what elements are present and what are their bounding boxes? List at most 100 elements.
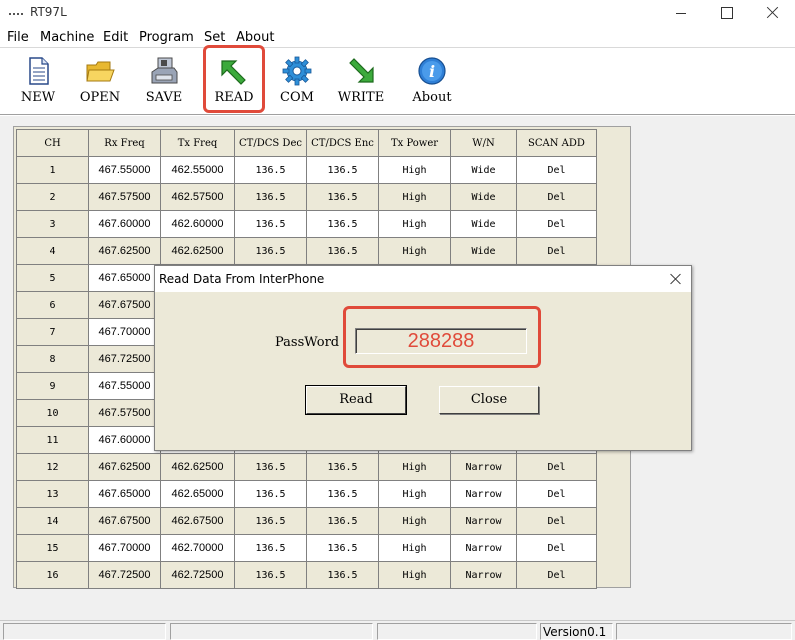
table-row: 14 467.67500 462.67500 136.5 136.5 High Narrow… xyxy=(16,507,597,535)
table-cell[interactable]: 136.5 xyxy=(306,561,379,589)
table-cell[interactable]: 467.70000 xyxy=(88,318,161,346)
table-cell[interactable]: 467.70000 xyxy=(88,534,161,562)
table-cell[interactable]: Narrow xyxy=(450,507,517,535)
table-cell[interactable]: 136.5 xyxy=(306,210,379,238)
open-button[interactable]: OPEN xyxy=(72,52,128,112)
table-cell[interactable]: Narrow xyxy=(450,480,517,508)
about-button[interactable]: i About xyxy=(404,52,460,112)
table-cell[interactable]: High xyxy=(378,561,451,589)
table-cell[interactable]: 136.5 xyxy=(306,507,379,535)
table-cell[interactable]: Del xyxy=(516,183,597,211)
table-cell[interactable]: 462.65000 xyxy=(160,480,235,508)
table-cell[interactable]: 136.5 xyxy=(306,534,379,562)
table-cell[interactable]: 136.5 xyxy=(234,507,307,535)
dialog-title: Read Data From InterPhone xyxy=(159,272,325,286)
table-cell[interactable]: High xyxy=(378,210,451,238)
menu-file[interactable]: File xyxy=(7,30,29,45)
minimize-button[interactable] xyxy=(658,0,704,26)
table-cell[interactable]: High xyxy=(378,183,451,211)
table-cell[interactable]: 136.5 xyxy=(306,480,379,508)
table-cell[interactable]: Wide xyxy=(450,210,517,238)
com-button[interactable]: COM xyxy=(269,52,325,112)
table-row: 4 467.62500 462.62500 136.5 136.5 High Wide Del xyxy=(16,237,597,265)
menu-edit[interactable]: Edit xyxy=(103,30,128,45)
table-cell[interactable]: 462.62500 xyxy=(160,453,235,481)
table-cell[interactable]: 467.60000 xyxy=(88,426,161,454)
menu-program[interactable]: Program xyxy=(139,30,194,45)
table-cell[interactable]: 136.5 xyxy=(234,237,307,265)
table-cell[interactable]: 462.55000 xyxy=(160,156,235,184)
table-cell[interactable]: 136.5 xyxy=(234,183,307,211)
write-label: WRITE xyxy=(337,90,385,105)
column-header: CT/DCS Enc xyxy=(306,129,379,157)
status-panel-3 xyxy=(377,623,537,640)
table-row: 3 467.60000 462.60000 136.5 136.5 High Wide Del xyxy=(16,210,597,238)
menu-machine[interactable]: Machine xyxy=(40,30,94,45)
table-cell[interactable]: 136.5 xyxy=(234,156,307,184)
menu-set[interactable]: Set xyxy=(204,30,225,45)
table-cell[interactable]: 462.62500 xyxy=(160,237,235,265)
table-cell[interactable]: Narrow xyxy=(450,561,517,589)
table-cell[interactable]: High xyxy=(378,453,451,481)
table-cell[interactable]: 136.5 xyxy=(234,210,307,238)
table-row: 12 467.62500 462.62500 136.5 136.5 High Narrow… xyxy=(16,453,597,481)
table-cell[interactable]: Del xyxy=(516,210,597,238)
table-cell[interactable]: 467.55000 xyxy=(88,156,161,184)
table-cell[interactable]: High xyxy=(378,237,451,265)
table-cell[interactable]: 467.67500 xyxy=(88,507,161,535)
table-cell[interactable]: 136.5 xyxy=(234,534,307,562)
maximize-button[interactable] xyxy=(704,0,750,26)
new-document-icon xyxy=(29,57,49,85)
info-icon: i xyxy=(418,57,446,85)
table-row: 16 467.72500 462.72500 136.5 136.5 High Narrow… xyxy=(16,561,597,589)
table-cell[interactable]: Narrow xyxy=(450,453,517,481)
table-cell[interactable]: 467.72500 xyxy=(88,561,161,589)
table-cell[interactable]: Del xyxy=(516,480,597,508)
table-cell[interactable]: 467.55000 xyxy=(88,372,161,400)
table-cell[interactable]: 136.5 xyxy=(306,183,379,211)
table-cell[interactable]: 136.5 xyxy=(234,561,307,589)
dialog-close-icon[interactable] xyxy=(663,268,689,290)
table-cell[interactable]: 462.57500 xyxy=(160,183,235,211)
table-cell[interactable]: 462.60000 xyxy=(160,210,235,238)
table-cell[interactable]: 462.72500 xyxy=(160,561,235,589)
table-cell[interactable]: Wide xyxy=(450,183,517,211)
table-cell[interactable]: 462.70000 xyxy=(160,534,235,562)
write-button[interactable]: WRITE xyxy=(333,52,389,112)
table-cell[interactable]: Del xyxy=(516,156,597,184)
table-cell[interactable]: Del xyxy=(516,507,597,535)
read-dialog-button[interactable]: Read xyxy=(305,385,407,415)
table-cell[interactable]: Narrow xyxy=(450,534,517,562)
table-cell[interactable]: 467.62500 xyxy=(88,237,161,265)
table-cell[interactable]: 136.5 xyxy=(306,237,379,265)
table-cell[interactable]: 136.5 xyxy=(306,453,379,481)
table-cell[interactable]: Wide xyxy=(450,156,517,184)
table-cell[interactable]: Del xyxy=(516,534,597,562)
table-cell[interactable]: 136.5 xyxy=(234,480,307,508)
table-cell[interactable]: 462.67500 xyxy=(160,507,235,535)
table-cell[interactable]: High xyxy=(378,480,451,508)
table-cell[interactable]: 467.65000 xyxy=(88,480,161,508)
close-dialog-button[interactable]: Close xyxy=(439,386,539,414)
table-cell[interactable]: Wide xyxy=(450,237,517,265)
table-cell[interactable]: 467.60000 xyxy=(88,210,161,238)
menu-about[interactable]: About xyxy=(236,30,274,45)
table-cell[interactable]: 136.5 xyxy=(306,156,379,184)
table-cell[interactable]: High xyxy=(378,156,451,184)
table-cell[interactable]: 467.67500 xyxy=(88,291,161,319)
table-cell[interactable]: Del xyxy=(516,561,597,589)
new-button[interactable]: NEW xyxy=(10,52,66,112)
table-cell[interactable]: 136.5 xyxy=(234,453,307,481)
table-cell[interactable]: 467.62500 xyxy=(88,453,161,481)
table-cell[interactable]: 467.57500 xyxy=(88,399,161,427)
table-cell[interactable]: Del xyxy=(516,237,597,265)
save-button[interactable]: SAVE xyxy=(136,52,192,112)
table-cell[interactable]: 467.57500 xyxy=(88,183,161,211)
table-cell[interactable]: 467.72500 xyxy=(88,345,161,373)
table-cell[interactable]: Del xyxy=(516,453,597,481)
status-panel-1 xyxy=(3,623,166,640)
table-cell[interactable]: High xyxy=(378,534,451,562)
table-cell[interactable]: 467.65000 xyxy=(88,264,161,292)
table-cell[interactable]: High xyxy=(378,507,451,535)
close-window-button[interactable] xyxy=(750,0,795,26)
